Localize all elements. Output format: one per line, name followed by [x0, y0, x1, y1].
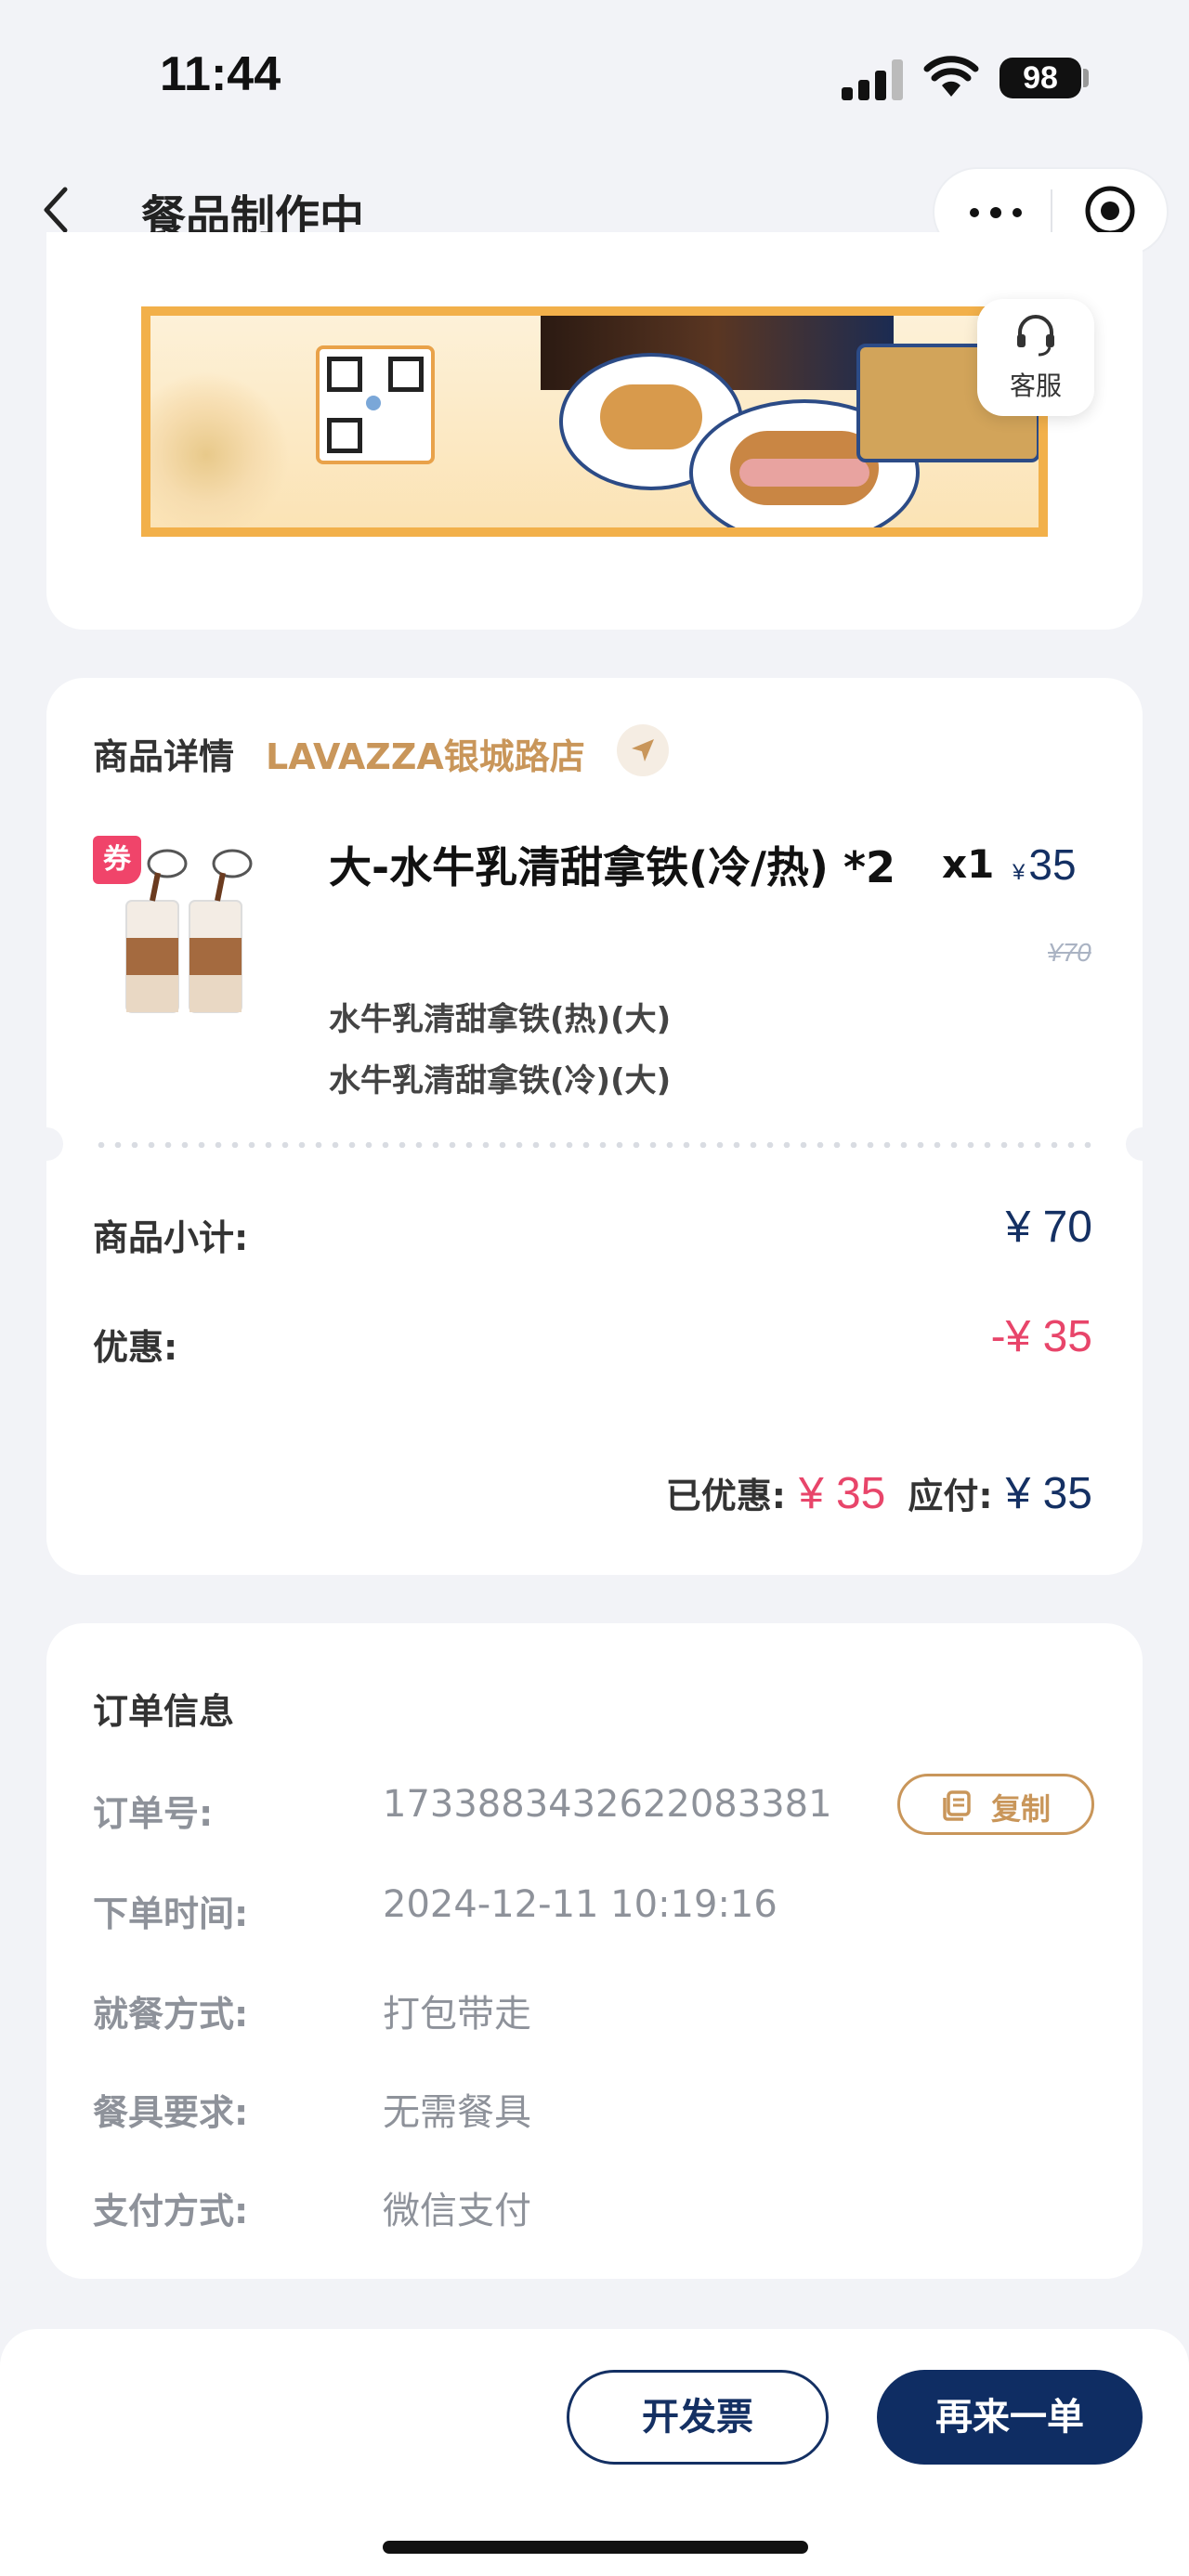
cutlery-label: 餐具要求:	[93, 2092, 249, 2133]
promo-banner-image[interactable]	[141, 306, 1048, 537]
subtotal-value: ¥ 70	[1005, 1203, 1092, 1252]
order-number-label: 订单号:	[93, 1793, 214, 1834]
store-name[interactable]: LAVAZZA银城路店	[266, 728, 585, 779]
discount-value: -¥ 35	[990, 1312, 1092, 1361]
product-detail-card	[46, 678, 1143, 1575]
product-price-value: 35	[1028, 840, 1077, 889]
product-detail-title: 商品详情	[93, 736, 235, 777]
divider-notch-left	[30, 1127, 63, 1161]
product-name: 大-水牛乳清甜拿铁(冷/热) *2	[329, 842, 896, 892]
dining-mode-label: 就餐方式:	[93, 1994, 249, 2035]
store-navigation-button[interactable]	[617, 724, 669, 776]
customer-service-button[interactable]: 客服	[977, 299, 1094, 416]
product-spec: 水牛乳清甜拿铁(热)(大)	[329, 1001, 672, 1038]
saved-value: ¥ 35	[798, 1469, 886, 1518]
currency-symbol: ¥	[1013, 860, 1026, 885]
headset-icon	[1017, 315, 1054, 357]
qr-code-image	[316, 345, 435, 464]
dining-mode-value: 打包带走	[383, 1993, 531, 2036]
product-price: ¥35	[1013, 839, 1077, 890]
wifi-icon	[923, 56, 979, 97]
order-info-title: 订单信息	[93, 1691, 235, 1732]
copy-icon	[943, 1790, 971, 1821]
subtotal-label: 商品小计:	[93, 1217, 249, 1258]
customer-service-label: 客服	[1009, 371, 1062, 401]
status-time: 11:44	[160, 47, 281, 101]
location-arrow-icon	[632, 739, 654, 761]
capsule-divider	[1051, 189, 1052, 234]
order-time-label: 下单时间:	[93, 1893, 249, 1934]
divider-notch-right	[1126, 1127, 1159, 1161]
battery-tip	[1083, 69, 1089, 87]
invoice-button[interactable]: 开发票	[567, 2370, 829, 2465]
more-icon[interactable]	[959, 191, 1033, 232]
payment-method-value: 微信支付	[383, 2190, 531, 2232]
payment-summary: 已优惠: ¥ 35 应付: ¥ 35	[666, 1467, 1092, 1519]
product-quantity: x1	[942, 841, 995, 887]
order-time-value: 2024-12-11 10:19:16	[383, 1883, 777, 1926]
saved-label: 已优惠:	[665, 1476, 786, 1516]
copy-button[interactable]: 复制	[897, 1774, 1094, 1835]
coupon-badge: 券	[93, 836, 141, 884]
cellular-signal-icon	[842, 59, 905, 100]
product-spec: 水牛乳清甜拿铁(冷)(大)	[329, 1062, 672, 1099]
copy-label: 复制	[991, 1791, 1052, 1827]
payable-label: 应付:	[908, 1476, 993, 1516]
payment-method-label: 支付方式:	[93, 2191, 249, 2231]
close-miniprogram-icon[interactable]	[1083, 184, 1137, 238]
home-indicator[interactable]	[383, 2541, 808, 2554]
decorative-leaves	[150, 371, 290, 527]
battery-icon: 98	[1000, 58, 1081, 98]
back-icon[interactable]	[37, 182, 74, 238]
cutlery-value: 无需餐具	[383, 2091, 531, 2134]
dotted-divider	[93, 1142, 1096, 1148]
payable-value: ¥ 35	[1005, 1469, 1092, 1518]
product-original-price: ¥70	[1048, 938, 1091, 967]
order-number-value: 1733883432622083381	[383, 1783, 832, 1826]
discount-label: 优惠:	[93, 1327, 178, 1368]
reorder-button[interactable]: 再来一单	[877, 2370, 1143, 2465]
